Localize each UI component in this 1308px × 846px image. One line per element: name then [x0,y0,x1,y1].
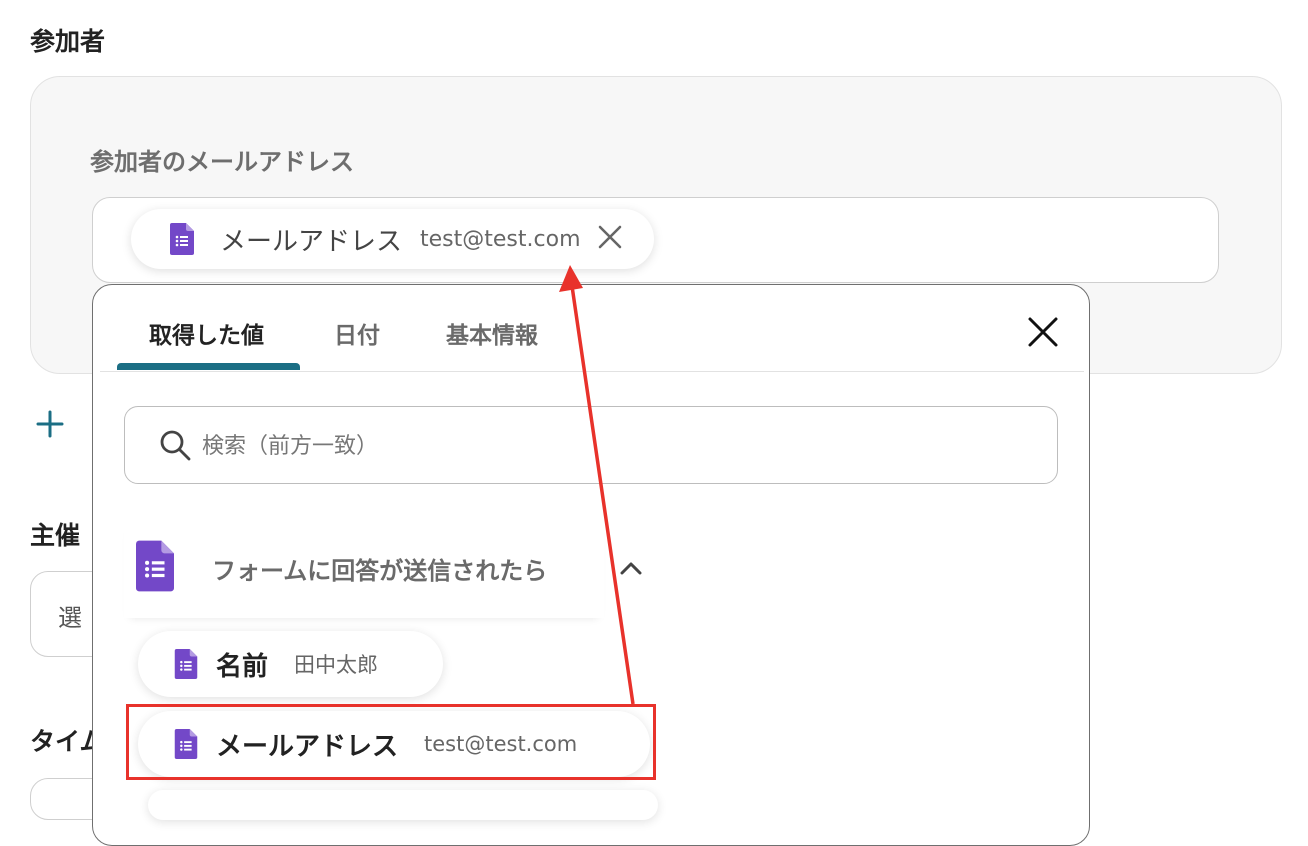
close-icon[interactable] [1024,313,1062,351]
google-forms-icon [174,649,198,679]
close-icon [598,225,621,249]
output-item-sample: 田中太郎 [294,653,379,677]
google-forms-icon [136,540,174,592]
add-attendee-button[interactable] [36,402,64,448]
plus-icon [36,410,64,438]
attendee-email-label: 参加者のメールアドレス [90,148,354,176]
host-section-title: 主催 [30,521,81,550]
chip-name: メールアドレス [220,226,403,257]
search-input[interactable] [200,420,1024,472]
chip-value: test@test.com [420,226,581,252]
chip-remove-button[interactable] [597,223,623,255]
tab-basic-info[interactable]: 基本情報 [446,316,538,350]
output-item-label: 名前 [216,651,269,682]
search-icon [160,430,191,461]
output-item-name[interactable]: 名前 田中太郎 [138,631,443,697]
active-tab-indicator [117,363,300,370]
annotation-highlight-box [126,704,656,780]
attendees-section-title: 参加者 [30,27,106,56]
tab-divider [100,371,1084,372]
output-item-partial[interactable] [148,790,658,820]
selected-value-chip[interactable]: メールアドレス test@test.com [131,209,654,269]
trigger-group-title: フォームに回答が送信されたら [212,557,548,585]
google-forms-icon [170,223,194,255]
tab-date[interactable]: 日付 [334,316,380,350]
host-select-value: 選 [58,604,82,632]
tab-fetched-values[interactable]: 取得した値 [149,316,264,350]
chevron-up-icon[interactable] [618,557,644,579]
